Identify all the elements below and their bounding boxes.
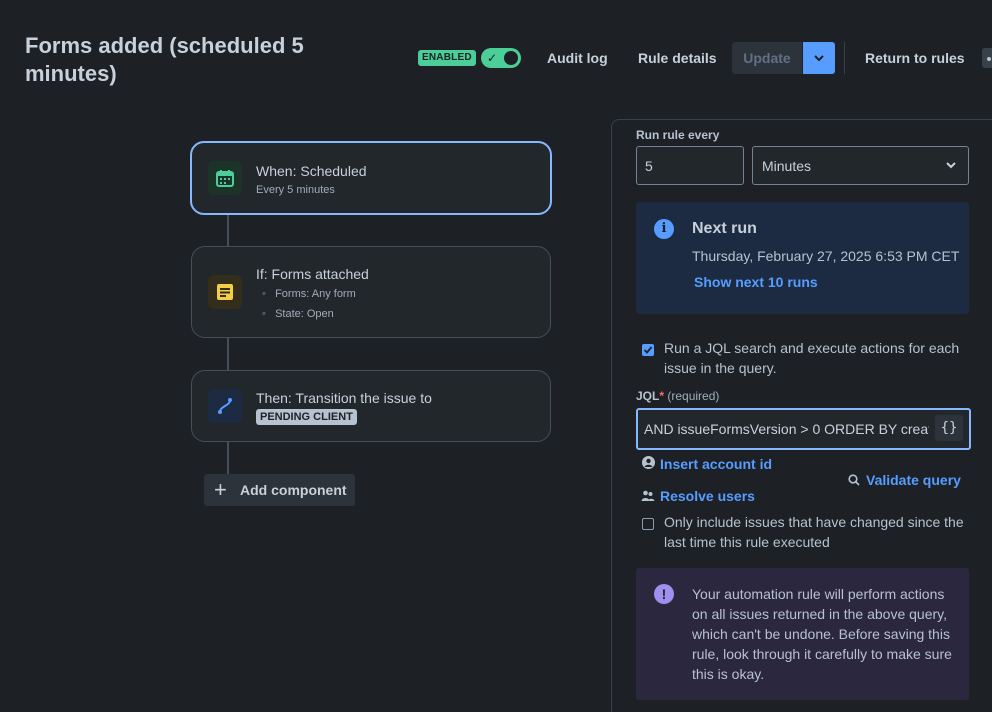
show-next-runs-link[interactable]: Show next 10 runs bbox=[694, 274, 818, 290]
jql-label: JQL* (required) bbox=[636, 389, 720, 403]
validate-query-link[interactable]: Validate query bbox=[866, 472, 961, 488]
person-icon bbox=[642, 456, 655, 469]
header-divider bbox=[844, 42, 845, 74]
flow-connector bbox=[227, 214, 229, 247]
page-title: Forms added (scheduled 5 minutes) bbox=[25, 33, 304, 86]
interval-input[interactable]: 5 bbox=[636, 146, 744, 185]
search-icon bbox=[848, 473, 860, 486]
jql-checkbox-label: Run a JQL search and execute actions for… bbox=[664, 340, 960, 376]
action-card[interactable]: Then: Transition the issue to PENDING CL… bbox=[191, 370, 551, 442]
check-icon: ✓ bbox=[487, 51, 498, 65]
trigger-subtitle: Every 5 minutes bbox=[256, 184, 335, 196]
info-icon: i bbox=[654, 219, 674, 239]
flow-connector bbox=[227, 441, 229, 475]
chevron-down-icon bbox=[814, 55, 824, 62]
warning-text: Your automation rule will perform action… bbox=[692, 586, 952, 682]
condition-title: If: Forms attached bbox=[256, 266, 369, 282]
toggle-knob bbox=[504, 51, 518, 65]
action-title: Then: Transition the issue to bbox=[256, 390, 432, 406]
return-to-rules-button[interactable]: Return to rules bbox=[865, 48, 965, 68]
condition-card[interactable]: If: Forms attached ◦ Forms: Any form ◦ S… bbox=[191, 246, 551, 338]
next-run-datetime: Thursday, February 27, 2025 6:53 PM CET bbox=[692, 248, 960, 264]
jql-input[interactable]: AND issueFormsVersion > 0 ORDER BY creat… bbox=[636, 408, 971, 450]
condition-icon-box bbox=[208, 275, 242, 309]
trigger-icon-box bbox=[208, 161, 242, 195]
resolve-users-link[interactable]: Resolve users bbox=[660, 488, 755, 504]
people-icon bbox=[641, 489, 655, 501]
more-icon bbox=[987, 57, 991, 61]
more-actions-button[interactable] bbox=[982, 48, 992, 68]
enabled-toggle[interactable]: ✓ bbox=[481, 48, 521, 68]
add-component-label: Add component bbox=[240, 482, 347, 498]
enabled-badge: ENABLED bbox=[418, 50, 476, 66]
calendar-icon bbox=[216, 170, 234, 187]
check-icon bbox=[643, 346, 653, 354]
update-button[interactable]: Update bbox=[732, 42, 802, 74]
insert-account-id-link[interactable]: Insert account id bbox=[660, 456, 772, 472]
add-component-button[interactable]: + Add component bbox=[204, 474, 355, 506]
next-run-title: Next run bbox=[692, 220, 757, 237]
form-icon bbox=[217, 284, 233, 300]
trigger-card[interactable]: When: Scheduled Every 5 minutes bbox=[190, 141, 552, 215]
code-braces-icon[interactable]: {} bbox=[935, 415, 963, 441]
transition-icon bbox=[218, 398, 232, 414]
interval-unit-select[interactable]: Minutes bbox=[752, 146, 969, 185]
run-every-label: Run rule every bbox=[636, 128, 720, 142]
chevron-down-icon bbox=[946, 162, 956, 169]
flow-connector bbox=[227, 337, 229, 371]
action-icon-box bbox=[208, 389, 242, 423]
warning-message: ! Your automation rule will perform acti… bbox=[636, 568, 969, 700]
condition-item: ◦ Forms: Any form bbox=[262, 288, 356, 300]
audit-log-button[interactable]: Audit log bbox=[547, 48, 608, 68]
only-changed-checkbox[interactable] bbox=[642, 518, 654, 530]
plus-icon: + bbox=[214, 477, 227, 502]
rule-details-button[interactable]: Rule details bbox=[638, 48, 717, 68]
next-run-info: i Next run Thursday, February 27, 2025 6… bbox=[636, 202, 969, 314]
condition-item: ◦ State: Open bbox=[262, 308, 334, 320]
trigger-title: When: Scheduled bbox=[256, 163, 367, 179]
status-lozenge: PENDING CLIENT bbox=[256, 409, 357, 425]
warning-icon: ! bbox=[654, 584, 674, 604]
update-dropdown-button[interactable] bbox=[803, 42, 835, 74]
jql-checkbox[interactable] bbox=[642, 344, 654, 356]
only-changed-label: Only include issues that have changed si… bbox=[664, 514, 964, 550]
